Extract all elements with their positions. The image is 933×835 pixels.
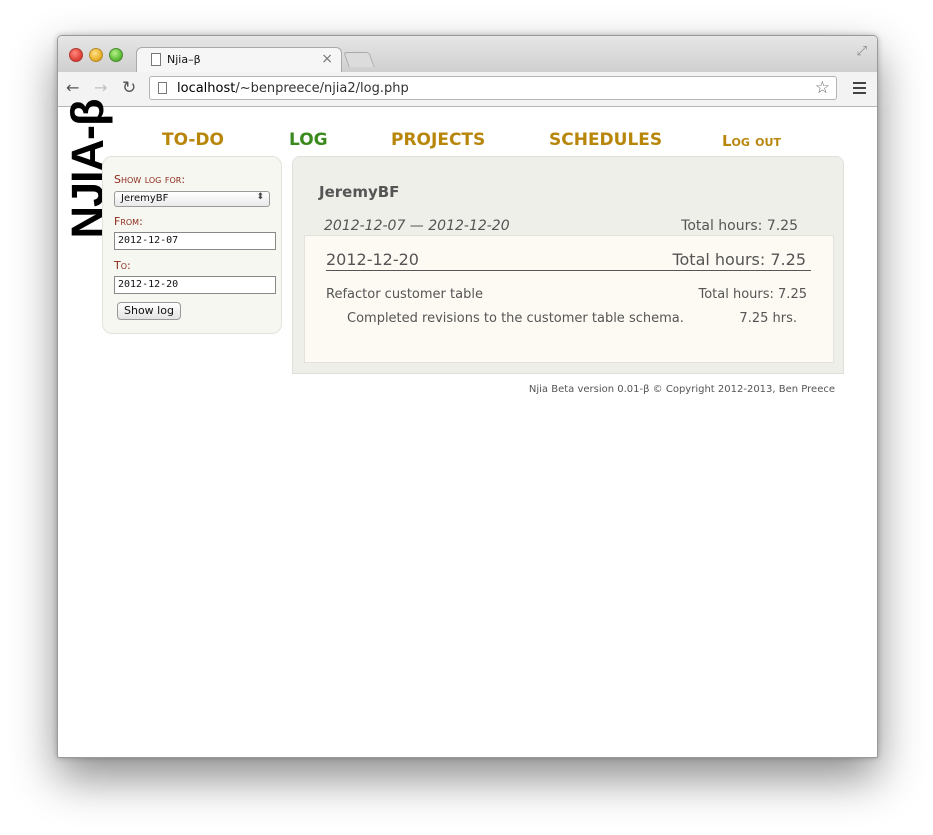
entry-hours: 7.25 hrs.: [739, 311, 797, 326]
bookmark-star-icon[interactable]: ☆: [815, 78, 830, 98]
nav-projects[interactable]: PROJECTS: [391, 130, 485, 150]
nav-logout[interactable]: Log out: [722, 132, 781, 150]
task-total-hours: Total hours: 7.25: [698, 287, 807, 302]
entry-description: Completed revisions to the customer tabl…: [347, 311, 684, 326]
nav-log[interactable]: LOG: [289, 130, 328, 150]
page-icon: [151, 53, 161, 66]
log-date-range: 2012-12-07 — 2012-12-20: [324, 218, 510, 234]
show-log-button[interactable]: Show log: [117, 302, 181, 320]
menu-icon[interactable]: [853, 82, 866, 97]
day-log-card: 2012-12-20 Total hours: 7.25 Refactor cu…: [304, 235, 834, 363]
main-nav: TO-DO LOG PROJECTS SCHEDULES Log out: [58, 130, 877, 154]
url-text[interactable]: localhost/~benpreece/njia2/log.php: [177, 81, 409, 96]
day-date: 2012-12-20: [326, 250, 419, 269]
tab-close-icon[interactable]: ×: [321, 51, 333, 67]
footer-copyright: Njia Beta version 0.01-β © Copyright 201…: [528, 384, 835, 395]
zoom-window-button[interactable]: [109, 48, 123, 62]
log-panel: JeremyBF 2012-12-07 — 2012-12-20 Total h…: [292, 156, 844, 374]
page-content: NJIA-β TO-DO LOG PROJECTS SCHEDULES Log …: [58, 100, 877, 757]
day-total-hours: Total hours: 7.25: [672, 250, 806, 269]
tab-strip: Njia–β × ⤢: [58, 36, 877, 74]
nav-schedules[interactable]: SCHEDULES: [549, 130, 662, 150]
to-date-input[interactable]: 2012-12-20: [114, 276, 276, 294]
to-label: To:: [114, 259, 131, 272]
from-date-input[interactable]: 2012-12-07: [114, 232, 276, 250]
nav-todo[interactable]: TO-DO: [162, 130, 224, 150]
browser-window: Njia–β × ⤢ ← → ↻ localhost/~benpreece/nj…: [57, 35, 878, 758]
browser-tab[interactable]: Njia–β ×: [136, 47, 342, 74]
user-select-value: JeremyBF: [121, 193, 169, 204]
reload-icon[interactable]: ↻: [122, 79, 136, 97]
address-bar[interactable]: localhost/~benpreece/njia2/log.php ☆: [149, 76, 837, 100]
select-arrows-icon: ⬍: [256, 192, 264, 202]
browser-toolbar: ← → ↻ localhost/~benpreece/njia2/log.php…: [58, 72, 877, 107]
task-name: Refactor customer table: [326, 287, 483, 302]
day-header: 2012-12-20 Total hours: 7.25: [326, 250, 811, 271]
show-log-label: Show log for:: [114, 173, 186, 186]
page-icon: [158, 82, 167, 94]
url-host: localhost: [177, 81, 236, 96]
user-select[interactable]: JeremyBF ⬍: [114, 191, 270, 207]
minimize-window-button[interactable]: [89, 48, 103, 62]
fullscreen-icon[interactable]: ⤢: [857, 44, 867, 59]
close-window-button[interactable]: [69, 48, 83, 62]
log-filter-sidebar: Show log for: JeremyBF ⬍ From: 2012-12-0…: [102, 156, 282, 334]
new-tab-button[interactable]: [343, 52, 375, 67]
from-label: From:: [114, 215, 143, 228]
tab-title: Njia–β: [167, 53, 201, 66]
range-total-hours: Total hours: 7.25: [681, 218, 798, 234]
log-user-name: JeremyBF: [319, 183, 400, 201]
url-path: /~benpreece/njia2/log.php: [235, 81, 409, 96]
